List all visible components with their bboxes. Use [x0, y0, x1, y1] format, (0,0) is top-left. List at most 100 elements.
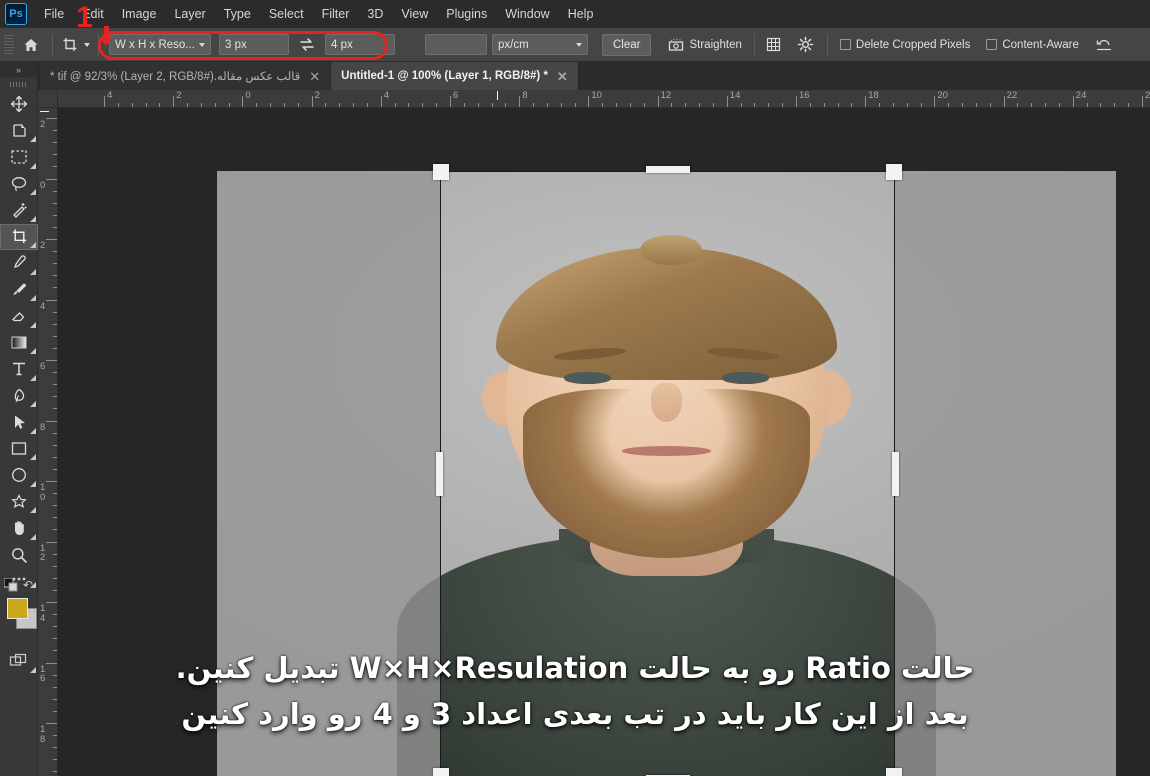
- resolution-unit-dropdown[interactable]: px/cm: [492, 34, 588, 55]
- menu-plugins[interactable]: Plugins: [437, 3, 496, 25]
- flyout-indicator-icon: [30, 268, 36, 275]
- tools-panel-grip[interactable]: [0, 77, 37, 91]
- ruler-minor-tick: [53, 638, 57, 640]
- crop-resolution-input[interactable]: [425, 34, 487, 55]
- document-image[interactable]: [217, 171, 1116, 776]
- default-colors-icon[interactable]: [3, 577, 18, 597]
- ruler-major-tick: [934, 96, 936, 107]
- straighten-label[interactable]: Straighten: [689, 39, 741, 51]
- tool-type[interactable]: [0, 356, 38, 383]
- ruler-minor-tick: [53, 565, 57, 567]
- menu-type[interactable]: Type: [215, 3, 260, 25]
- content-aware-label: Content-Aware: [1002, 38, 1079, 51]
- tool-lasso[interactable]: [0, 171, 38, 198]
- crop-ratio-mode-dropdown[interactable]: W x H x Reso...: [109, 34, 211, 55]
- ruler-minor-tick: [53, 311, 57, 313]
- ruler-major-tick: [519, 96, 521, 107]
- ruler-minor-tick: [920, 103, 922, 107]
- chevron-double-right-icon[interactable]: »: [0, 62, 37, 77]
- ruler-major-tick: [796, 96, 797, 107]
- menu-view[interactable]: View: [392, 3, 437, 25]
- tool-hand[interactable]: [0, 515, 38, 542]
- tool-custom-shape[interactable]: [0, 489, 38, 516]
- ruler-minor-tick: [53, 626, 57, 628]
- ruler-minor-tick: [53, 529, 57, 531]
- menu-window[interactable]: Window: [496, 3, 558, 25]
- close-icon[interactable]: ✕: [557, 70, 568, 83]
- content-aware-checkbox[interactable]: Content-Aware: [986, 39, 1079, 51]
- document-tab-bar: قالب عکس مقاله.tif @ 92/3% (Layer 2, RGB…: [0, 62, 1150, 90]
- close-icon[interactable]: ✕: [309, 70, 320, 83]
- tool-pen[interactable]: [0, 383, 38, 410]
- horizontal-ruler[interactable]: 4202468101214161820222426283032: [58, 90, 1150, 108]
- menu-3d[interactable]: 3D: [358, 3, 392, 25]
- menu-select[interactable]: Select: [260, 3, 313, 25]
- vertical-ruler[interactable]: 202468101214161820: [38, 108, 58, 776]
- tool-path-selection[interactable]: [0, 409, 38, 436]
- ruler-major-tick: [173, 96, 175, 107]
- chevron-down-icon[interactable]: [84, 42, 90, 47]
- ruler-minor-tick: [533, 103, 535, 107]
- flyout-indicator-icon: [30, 374, 36, 381]
- ruler-minor-tick: [53, 589, 57, 591]
- resolution-unit-value: px/cm: [498, 38, 529, 51]
- flyout-indicator-icon: [30, 242, 36, 248]
- crop-shade-right: [894, 171, 1116, 776]
- home-icon[interactable]: [16, 32, 46, 58]
- gear-icon[interactable]: [793, 33, 819, 57]
- reset-arrow-icon[interactable]: [1091, 33, 1117, 57]
- options-bar-grip[interactable]: [4, 34, 14, 55]
- clear-button[interactable]: Clear: [602, 33, 652, 56]
- flyout-indicator-icon: [30, 162, 36, 169]
- divider: [98, 33, 99, 56]
- menu-help[interactable]: Help: [559, 3, 603, 25]
- foreground-color-swatch[interactable]: [7, 598, 28, 619]
- tool-gradient[interactable]: [0, 330, 38, 357]
- menu-filter[interactable]: Filter: [313, 3, 359, 25]
- ruler-minor-tick: [53, 577, 57, 579]
- ruler-label: 14: [729, 90, 741, 101]
- ruler-major-tick: [46, 723, 57, 724]
- delete-cropped-pixels-checkbox[interactable]: Delete Cropped Pixels: [839, 39, 970, 51]
- tool-crop[interactable]: [0, 223, 38, 250]
- ruler-major-tick: [46, 602, 57, 603]
- tool-quick-selection[interactable]: [0, 197, 38, 224]
- tool-eraser[interactable]: [0, 303, 38, 330]
- tool-preset-picker[interactable]: [59, 35, 92, 55]
- tool-zoom[interactable]: [0, 542, 38, 569]
- ruler-major-tick: [46, 118, 57, 119]
- straighten-icon[interactable]: [663, 33, 689, 57]
- swap-arrows-icon[interactable]: [294, 33, 320, 57]
- ruler-major-tick: [46, 178, 57, 180]
- ruler-major-tick: [1142, 96, 1143, 107]
- tool-rectangle[interactable]: [0, 436, 38, 463]
- document-tab-1[interactable]: قالب عکس مقاله.tif @ 92/3% (Layer 2, RGB…: [40, 62, 332, 90]
- ruler-label: 0: [40, 179, 46, 191]
- flyout-indicator-icon: [30, 215, 36, 222]
- ruler-major-tick: [865, 96, 867, 107]
- photoshop-logo: Ps: [5, 3, 27, 25]
- menu-edit[interactable]: Edit: [73, 3, 113, 25]
- tool-artboard[interactable]: [0, 118, 38, 145]
- canvas-area[interactable]: [58, 108, 1150, 776]
- tool-marquee[interactable]: [0, 144, 38, 171]
- menu-image[interactable]: Image: [113, 3, 166, 25]
- crop-width-input[interactable]: 3 px: [219, 34, 289, 55]
- ruler-label: 10: [591, 90, 602, 101]
- tool-ellipse[interactable]: [0, 462, 38, 489]
- menu-layer[interactable]: Layer: [165, 3, 214, 25]
- menu-file[interactable]: File: [35, 3, 73, 25]
- tool-move[interactable]: [0, 91, 38, 118]
- document-tab-2[interactable]: Untitled-1 @ 100% (Layer 1, RGB/8#) * ✕: [331, 62, 579, 90]
- ruler-minor-tick: [53, 710, 57, 712]
- ruler-major-tick: [588, 96, 590, 107]
- swap-colors-icon[interactable]: ↶: [23, 578, 33, 592]
- crop-overlay-grid-icon[interactable]: [761, 33, 787, 57]
- tool-brush[interactable]: [0, 277, 38, 304]
- tool-eyedropper[interactable]: [0, 250, 38, 277]
- ruler-label: 26: [1145, 90, 1150, 101]
- ruler-minor-tick: [131, 103, 133, 107]
- crop-height-input[interactable]: 4 px: [325, 34, 395, 55]
- ruler-corner[interactable]: [38, 90, 58, 108]
- screen-mode-button[interactable]: [0, 648, 38, 675]
